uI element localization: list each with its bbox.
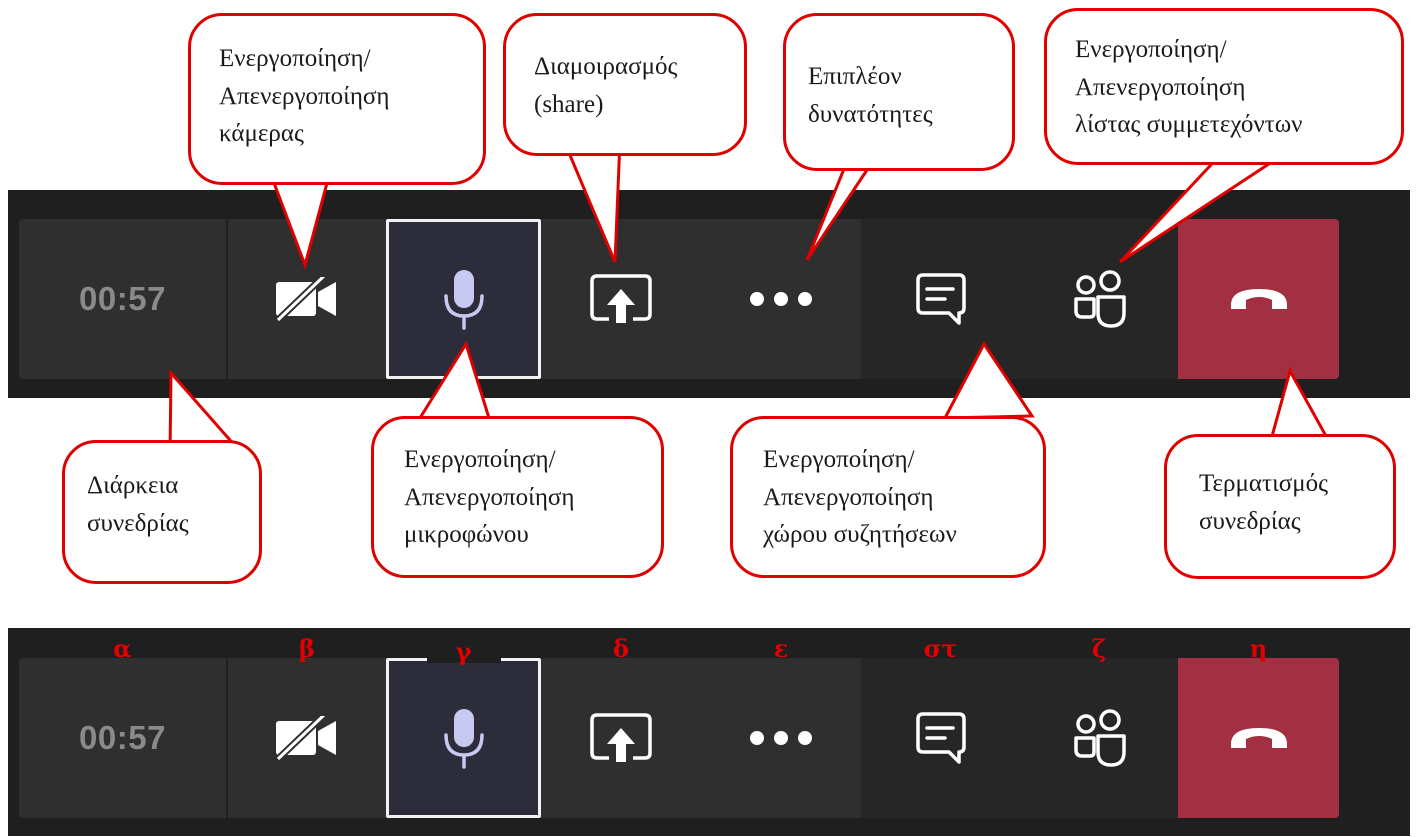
label-letter-stigma: στ: [923, 634, 958, 663]
callout-share: Διαμοιρασμός (share): [503, 13, 747, 156]
label-letter-epsilon: ε: [773, 634, 789, 663]
toolbar-controls: 00:57: [19, 219, 1349, 379]
chat-icon: [915, 272, 967, 326]
callout-end-line-1: Τερματισμός: [1199, 470, 1329, 497]
callout-participants-line-3: λίστας συμμετεχόντων: [1075, 111, 1303, 138]
callout-microphone-line-3: μικροφώνου: [404, 521, 529, 548]
participants-icon: [1070, 708, 1128, 768]
meeting-timer: 00:57: [19, 219, 228, 379]
camera-toggle-button[interactable]: β: [228, 634, 386, 818]
more-options-button[interactable]: ε: [701, 634, 861, 818]
callout-microphone: Ενεργοποίηση/ Απενεργοποίηση μικροφώνου: [371, 416, 664, 578]
camera-off-icon: [274, 277, 340, 321]
share-screen-button[interactable]: [541, 219, 701, 379]
hang-up-icon: [1228, 285, 1290, 313]
callout-more-line-1: Επιπλέον: [808, 63, 902, 90]
hang-up-icon: [1228, 724, 1290, 752]
timer-text: 00:57: [79, 719, 166, 756]
callout-participants: Ενεργοποίηση/ Απενεργοποίηση λίστας συμμ…: [1044, 8, 1404, 165]
chat-icon: [915, 711, 967, 765]
camera-toggle-button[interactable]: [228, 219, 386, 379]
callout-chat-line-2: Απενεργοποίηση: [763, 483, 934, 511]
callout-camera-line-2: Απενεργοποίηση: [219, 82, 390, 110]
more-options-icon: [749, 291, 813, 307]
callout-end-line-2: συνεδρίας: [1199, 507, 1301, 535]
label-letter-delta: δ: [612, 634, 630, 663]
microphone-toggle-button[interactable]: γ: [386, 637, 541, 818]
microphone-icon: [442, 268, 486, 330]
callout-end: Τερματισμός συνεδρίας: [1164, 434, 1396, 579]
label-letter-beta: β: [299, 634, 315, 663]
share-screen-icon: [589, 273, 653, 325]
label-letter-eta: η: [1249, 634, 1268, 663]
more-options-button[interactable]: [701, 219, 861, 379]
more-options-icon: [749, 730, 813, 746]
callout-duration: Διάρκεια συνεδρίας: [62, 440, 262, 584]
callout-duration-line-2: συνεδρίας: [87, 509, 189, 537]
callout-chat: Ενεργοποίηση/ Απενεργοποίηση χώρου συζητ…: [730, 416, 1046, 578]
callout-camera-line-1: Ενεργοποίηση/: [219, 45, 371, 72]
callout-share-line-1: Διαμοιρασμός: [534, 53, 678, 80]
chat-toggle-button[interactable]: [861, 219, 1020, 379]
label-letter-gamma: γ: [455, 637, 472, 666]
meeting-toolbar-bottom: α 00:57 β γ δ ε στ ζ η: [8, 628, 1410, 836]
callout-more: Επιπλέον δυνατότητες: [783, 13, 1015, 171]
callout-camera: Ενεργοποίηση/ Απενεργοποίηση κάμερας: [188, 13, 486, 185]
callout-chat-line-1: Ενεργοποίηση/: [763, 446, 915, 473]
chat-toggle-button[interactable]: στ: [861, 634, 1020, 818]
label-letter-zeta: ζ: [1091, 634, 1107, 663]
callout-participants-line-2: Απενεργοποίηση: [1075, 73, 1246, 101]
microphone-icon: [442, 707, 486, 769]
toolbar-controls-labeled: α 00:57 β γ δ ε στ ζ η: [19, 634, 1349, 818]
end-call-button[interactable]: [1178, 219, 1339, 379]
microphone-toggle-button[interactable]: [386, 219, 541, 379]
label-letter-alpha: α: [113, 634, 132, 663]
callout-participants-line-1: Ενεργοποίηση/: [1075, 36, 1227, 63]
callout-chat-line-3: χώρου συζητήσεων: [763, 521, 957, 548]
callout-more-line-2: δυνατότητες: [808, 100, 933, 128]
callout-microphone-line-2: Απενεργοποίηση: [404, 483, 575, 511]
share-screen-icon: [589, 712, 653, 764]
participants-toggle-button[interactable]: [1020, 219, 1178, 379]
callout-duration-line-1: Διάρκεια: [87, 472, 179, 499]
share-screen-button[interactable]: δ: [541, 634, 701, 818]
callout-camera-line-3: κάμερας: [219, 120, 304, 147]
callout-share-line-2: (share): [534, 90, 604, 118]
participants-icon: [1070, 269, 1128, 329]
callout-microphone-line-1: Ενεργοποίηση/: [404, 446, 556, 473]
meeting-toolbar-top: 00:57: [8, 190, 1410, 398]
end-call-button[interactable]: η: [1178, 634, 1339, 818]
participants-toggle-button[interactable]: ζ: [1020, 634, 1178, 818]
camera-off-icon: [274, 716, 340, 760]
meeting-timer: α 00:57: [19, 634, 228, 818]
timer-text: 00:57: [79, 280, 166, 317]
